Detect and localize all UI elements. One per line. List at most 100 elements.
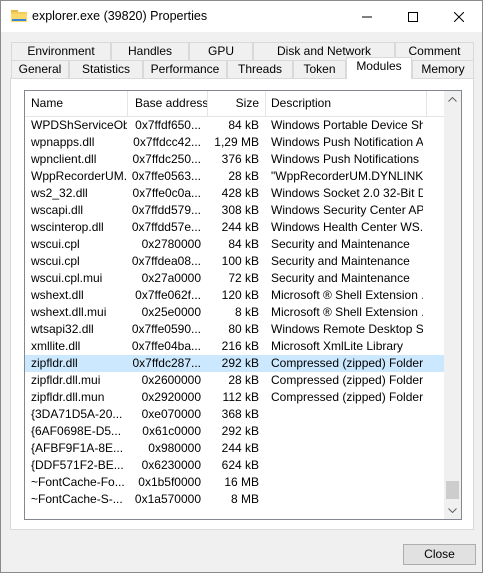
table-row[interactable]: zipfldr.dll.mui 0x2600000 28 kB Compressed … — [25, 372, 445, 389]
cell-base-address: 0x7ffdc287... — [132, 356, 202, 370]
scroll-thumb[interactable] — [446, 481, 459, 499]
cell-name: wshext.dll — [31, 288, 84, 302]
table-row[interactable]: zipfldr.dll 0x7ffdc287... 292 kB Compressed… — [25, 355, 445, 372]
table-row[interactable]: ~FontCache-Fo... 0x1b5f0000 16 MB — [25, 474, 445, 491]
table-row[interactable]: xmllite.dll 0x7ffe04ba... 216 kB Microsoft … — [25, 338, 445, 355]
table-row[interactable]: wscapi.dll 0x7ffdd579... 308 kB Windows Sec… — [25, 202, 445, 219]
tab-label: Environment — [27, 44, 95, 58]
tab-modules[interactable]: Modules — [346, 57, 412, 79]
cell-description: Windows Socket 2.0 32-Bit DLL — [271, 186, 423, 200]
column-label: Base address — [135, 96, 209, 110]
title-bar[interactable]: explorer.exe (39820) Properties — [1, 1, 482, 32]
cell-base-address: 0xe070000 — [141, 407, 201, 421]
cell-base-address: 0x7ffe0563... — [131, 169, 201, 183]
column-header-description[interactable]: Description — [271, 91, 421, 116]
scroll-down-button[interactable] — [444, 502, 461, 519]
folder-icon — [11, 10, 27, 22]
table-row[interactable]: wscinterop.dll 0x7ffdd57e... 244 kB Windows… — [25, 219, 445, 236]
close-window-button[interactable] — [436, 1, 482, 32]
cell-size: 8 MB — [230, 492, 259, 506]
cell-description: Microsoft ® Shell Extension ... — [271, 305, 423, 319]
column-divider[interactable] — [127, 91, 128, 116]
table-row[interactable]: wtsapi32.dll 0x7ffe0590... 80 kB Windows Re… — [25, 321, 445, 338]
table-row[interactable]: zipfldr.dll.mun 0x2920000 112 kB Compressed… — [25, 389, 445, 406]
cell-base-address: 0x1a570000 — [134, 492, 201, 506]
tab-environment[interactable]: Environment — [11, 42, 111, 60]
tab-general[interactable]: General — [11, 60, 69, 78]
column-header-base-address[interactable]: Base address — [135, 91, 209, 116]
table-row[interactable]: WppRecorderUM.dll 0x7ffe0563... 28 kB "WppR… — [25, 168, 445, 185]
vertical-scrollbar[interactable] — [444, 91, 461, 519]
cell-name: wscui.cpl.mui — [31, 271, 103, 285]
cell-base-address: 0x980000 — [148, 441, 201, 455]
close-button-label: Close — [424, 547, 455, 561]
close-button[interactable]: Close — [403, 544, 476, 565]
table-row[interactable]: {6AF0698E-D5... 0x61c0000 292 kB — [25, 423, 445, 440]
cell-name: wtsapi32.dll — [31, 322, 94, 336]
tab-label: Modules — [356, 59, 402, 73]
list-rows: WPDShServiceObj.dll 0x7ffdf650... 84 kB Win… — [25, 117, 445, 508]
table-row[interactable]: {DDF571F2-BE... 0x6230000 624 kB — [25, 457, 445, 474]
tab-token[interactable]: Token — [293, 60, 346, 78]
minimize-button[interactable] — [344, 1, 390, 32]
cell-size: 120 kB — [221, 288, 259, 302]
cell-name: ~FontCache-Fo... — [31, 475, 125, 489]
tab-gpu[interactable]: GPU — [189, 42, 253, 60]
cell-size: 376 kB — [221, 152, 259, 166]
table-row[interactable]: wscui.cpl 0x2780000 84 kB Security and Main… — [25, 236, 445, 253]
tab-threads[interactable]: Threads — [227, 60, 293, 78]
table-row[interactable]: wpnapps.dll 0x7ffdcc42... 1,29 MB Windows P… — [25, 134, 445, 151]
column-divider[interactable] — [265, 91, 266, 116]
close-icon — [454, 11, 464, 22]
cell-size: 84 kB — [228, 237, 259, 251]
table-row[interactable]: wpnclient.dll 0x7ffdc250... 376 kB Windows … — [25, 151, 445, 168]
cell-size: 1,29 MB — [214, 135, 259, 149]
tab-label: Performance — [150, 62, 220, 76]
scroll-up-button[interactable] — [444, 91, 461, 108]
cell-size: 244 kB — [221, 220, 259, 234]
tab-label: Comment — [408, 44, 461, 58]
table-row[interactable]: wshext.dll 0x7ffe062f... 120 kB Microsoft ®… — [25, 287, 445, 304]
table-row[interactable]: {3DA71D5A-20... 0xe070000 368 kB — [25, 406, 445, 423]
column-header-name[interactable]: Name — [31, 91, 127, 116]
cell-size: 292 kB — [221, 356, 259, 370]
cell-size: 16 MB — [224, 475, 259, 489]
cell-description: Security and Maintenance — [271, 271, 410, 285]
cell-name: zipfldr.dll — [31, 356, 78, 370]
tab-label: Statistics — [81, 62, 130, 76]
cell-base-address: 0x2600000 — [141, 373, 201, 387]
table-row[interactable]: WPDShServiceObj.dll 0x7ffdf650... 84 kB Win… — [25, 117, 445, 134]
cell-description: Windows Push Notifications ... — [271, 152, 423, 166]
cell-description — [271, 491, 423, 508]
table-row[interactable]: ~FontCache-S-... 0x1a570000 8 MB — [25, 491, 445, 508]
tab-handles[interactable]: Handles — [111, 42, 189, 60]
table-row[interactable]: {AFBF9F1A-8E... 0x980000 244 kB — [25, 440, 445, 457]
cell-name: wpnclient.dll — [31, 152, 97, 166]
cell-size: 292 kB — [221, 424, 259, 438]
table-row[interactable]: wscui.cpl 0x7ffdea08... 100 kB Security and… — [25, 253, 445, 270]
cell-base-address: 0x7ffe0c0a... — [132, 186, 202, 200]
cell-description: Microsoft XmlLite Library — [271, 339, 404, 353]
cell-description: Windows Push Notification A... — [271, 135, 423, 149]
cell-name: zipfldr.dll.mun — [31, 390, 105, 404]
column-header-size[interactable]: Size — [207, 91, 259, 116]
table-row[interactable]: wshext.dll.mui 0x25e0000 8 kB Microsoft ® S… — [25, 304, 445, 321]
cell-size: 308 kB — [221, 203, 259, 217]
cell-description: "WppRecorderUM.DYNLINK" — [271, 169, 423, 183]
table-row[interactable]: wscui.cpl.mui 0x27a0000 72 kB Security and … — [25, 270, 445, 287]
tab-performance[interactable]: Performance — [143, 60, 227, 78]
table-row[interactable]: ws2_32.dll 0x7ffe0c0a... 428 kB Windows Soc… — [25, 185, 445, 202]
modules-panel: Name Base address Size Description WPDSh… — [10, 78, 474, 530]
cell-base-address: 0x7ffe062f... — [135, 288, 201, 302]
cell-description: Windows Security Center API — [271, 203, 423, 217]
cell-description: Compressed (zipped) Folders — [271, 356, 423, 370]
modules-list[interactable]: Name Base address Size Description WPDSh… — [24, 90, 462, 520]
tab-statistics[interactable]: Statistics — [69, 60, 143, 78]
cell-base-address: 0x7ffe04ba... — [131, 339, 201, 353]
cell-base-address: 0x27a0000 — [141, 271, 201, 285]
tab-memory[interactable]: Memory — [412, 60, 474, 78]
column-divider[interactable] — [426, 91, 427, 116]
maximize-button[interactable] — [390, 1, 436, 32]
cell-name: ws2_32.dll — [31, 186, 88, 200]
cell-name: {3DA71D5A-20... — [31, 407, 123, 421]
